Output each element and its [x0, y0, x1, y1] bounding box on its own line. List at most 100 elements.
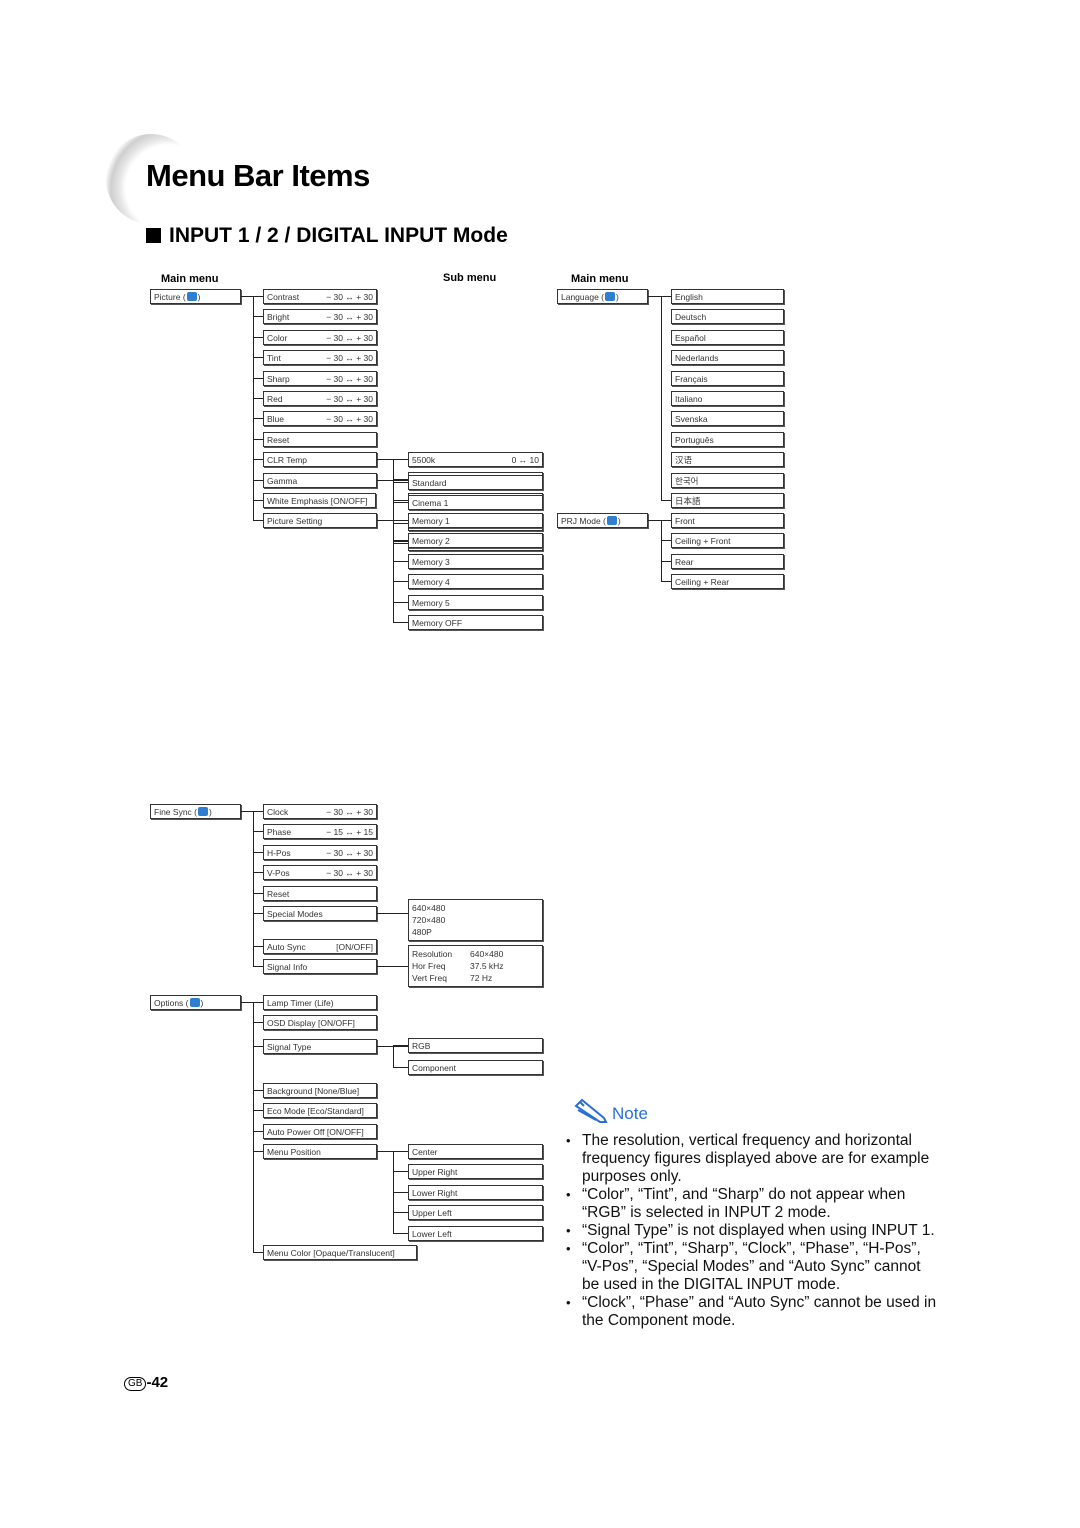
connector-line: [253, 500, 263, 501]
menu-item-label: Signal Info: [267, 962, 308, 972]
connector-line: [253, 811, 254, 967]
submenu-red: Red − 30 ↔ + 30: [263, 391, 377, 406]
submenu-osd-display-on-off: OSD Display [ON/OFF]: [263, 1015, 377, 1030]
submenu-menu-color-opaque-translucent: Menu Color [Opaque/Translucent]: [263, 1245, 417, 1260]
main-menu-label: Options (: [154, 998, 189, 1008]
connector-line: [393, 1151, 408, 1152]
connector-line: [393, 1212, 408, 1213]
gamma-standard: Standard: [408, 475, 543, 490]
main-menu-label-end: ): [616, 292, 619, 302]
info-value: 640×480: [470, 949, 504, 959]
main-menu-label-end: ): [617, 516, 621, 526]
picture-setting-memory-4: Memory 4: [408, 574, 543, 589]
connector-line: [253, 893, 263, 894]
submenu-gamma: Gamma: [263, 473, 377, 488]
connector-line: [393, 459, 408, 460]
signal-type-rgb: RGB: [408, 1038, 543, 1053]
main-menu-fine-sync: Fine Sync (): [150, 804, 241, 819]
main-menu-label: Fine Sync (: [154, 807, 197, 817]
menu-item-label: OSD Display [ON/OFF]: [267, 1018, 355, 1028]
connector-line: [393, 1045, 408, 1046]
menu-item-label: Lamp Timer (Life): [267, 998, 334, 1008]
main-menu-label: PRJ Mode (: [561, 516, 606, 526]
info-row: 640×480: [412, 902, 542, 914]
main-menu-label-end: ): [197, 292, 201, 302]
menu-item-label: Lower Right: [412, 1188, 458, 1198]
submenu-auto-power-off-on-off: Auto Power Off [ON/OFF]: [263, 1124, 377, 1139]
connector-line: [661, 581, 671, 582]
menu-item-label: Bright: [267, 312, 290, 322]
connector-line: [393, 541, 408, 542]
connector-line: [393, 581, 408, 582]
connector-line: [253, 357, 263, 358]
connector-line: [253, 398, 263, 399]
language-option: Italiano: [671, 391, 784, 406]
menu-item-range: − 30 ↔ + 30: [326, 374, 373, 384]
connector-line: [393, 1046, 394, 1068]
connector-line: [253, 913, 263, 914]
options-icon: [189, 998, 200, 1007]
menu-item-label: Menu Color [Opaque/Translucent]: [267, 1248, 395, 1258]
menu-item-label: Picture Setting: [267, 516, 323, 526]
connector-line: [661, 520, 662, 582]
menu-item-label: Eco Mode [Eco/Standard]: [267, 1106, 364, 1116]
connector-line: [253, 966, 263, 967]
projector-mode-icon: [606, 516, 617, 525]
menu-item-range: − 15 ↔ + 15: [326, 827, 373, 837]
language-option: Português: [671, 432, 784, 447]
connector-line: [393, 1067, 408, 1068]
submenu-clr-temp: CLR Temp: [263, 452, 377, 467]
connector-line: [661, 296, 671, 297]
connector-line: [377, 966, 408, 967]
connector-line: [253, 946, 263, 947]
submenu-clock: Clock − 30 ↔ + 30: [263, 804, 377, 819]
prj-mode-ceiling-rear: Ceiling + Rear: [671, 574, 784, 589]
menu-item-label: Blue: [267, 414, 285, 424]
menu-item-label: Front: [675, 516, 695, 526]
note-bullet: “Color”, “Tint”, “Sharp”, “Clock”, “Phas…: [566, 1240, 941, 1294]
menu-item-label: Upper Left: [412, 1208, 452, 1218]
menu-position-upper-left: Upper Left: [408, 1205, 543, 1220]
menu-item-range: [ON/OFF]: [336, 942, 373, 952]
menu-item-label: White Emphasis [ON/OFF]: [267, 496, 368, 506]
menu-item-label: Center: [412, 1147, 438, 1157]
menu-item-label: RGB: [412, 1041, 431, 1051]
main-menu-header-left: Main menu: [161, 273, 219, 285]
language-option: Nederlands: [671, 350, 784, 365]
connector-line: [661, 500, 671, 501]
menu-position-upper-right: Upper Right: [408, 1164, 543, 1179]
menu-item-label: Ceiling + Rear: [675, 577, 730, 587]
connector-line: [393, 520, 408, 521]
main-menu-options: Options (): [150, 995, 241, 1010]
menu-item-label: Cinema 1: [412, 498, 449, 508]
menu-item-range: − 30 ↔ + 30: [326, 353, 373, 363]
menu-item-label: H-Pos: [267, 848, 291, 858]
main-menu-label-end: ): [200, 998, 204, 1008]
info-value: 37.5 kHz: [470, 961, 504, 971]
connector-line: [393, 540, 408, 541]
menu-item-label: Background [None/Blue]: [267, 1086, 360, 1096]
submenu-blue: Blue − 30 ↔ + 30: [263, 411, 377, 426]
connector-line: [393, 1192, 408, 1193]
info-row: 720×480: [412, 914, 542, 926]
connector-line: [253, 1090, 263, 1091]
menu-item-label: Deutsch: [675, 312, 707, 322]
menu-item-label: Auto Sync: [267, 942, 306, 952]
menu-item-label: Signal Type: [267, 1042, 312, 1052]
prj-mode-rear: Rear: [671, 554, 784, 569]
connector-line: [393, 543, 408, 544]
info-value: 72 Hz: [470, 973, 493, 983]
menu-item-label: Clock: [267, 807, 289, 817]
connector-line: [253, 1252, 263, 1253]
menu-item-label: Menu Position: [267, 1147, 321, 1157]
page-title: Menu Bar Items: [146, 158, 370, 193]
submenu-special-modes: Special Modes: [263, 906, 377, 921]
submenu-eco-mode-eco-standard: Eco Mode [Eco/Standard]: [263, 1103, 377, 1118]
section-title: INPUT 1 / 2 / DIGITAL INPUT Mode: [146, 224, 508, 248]
clr-temp-5500k: 5500k 0 ↔ 10: [408, 452, 543, 467]
connector-line: [253, 378, 263, 379]
gamma-cinema-1: Cinema 1: [408, 495, 543, 510]
connector-line: [253, 418, 263, 419]
submenu-signal-info: Signal Info: [263, 959, 377, 974]
submenu-menu-position: Menu Position: [263, 1144, 377, 1159]
